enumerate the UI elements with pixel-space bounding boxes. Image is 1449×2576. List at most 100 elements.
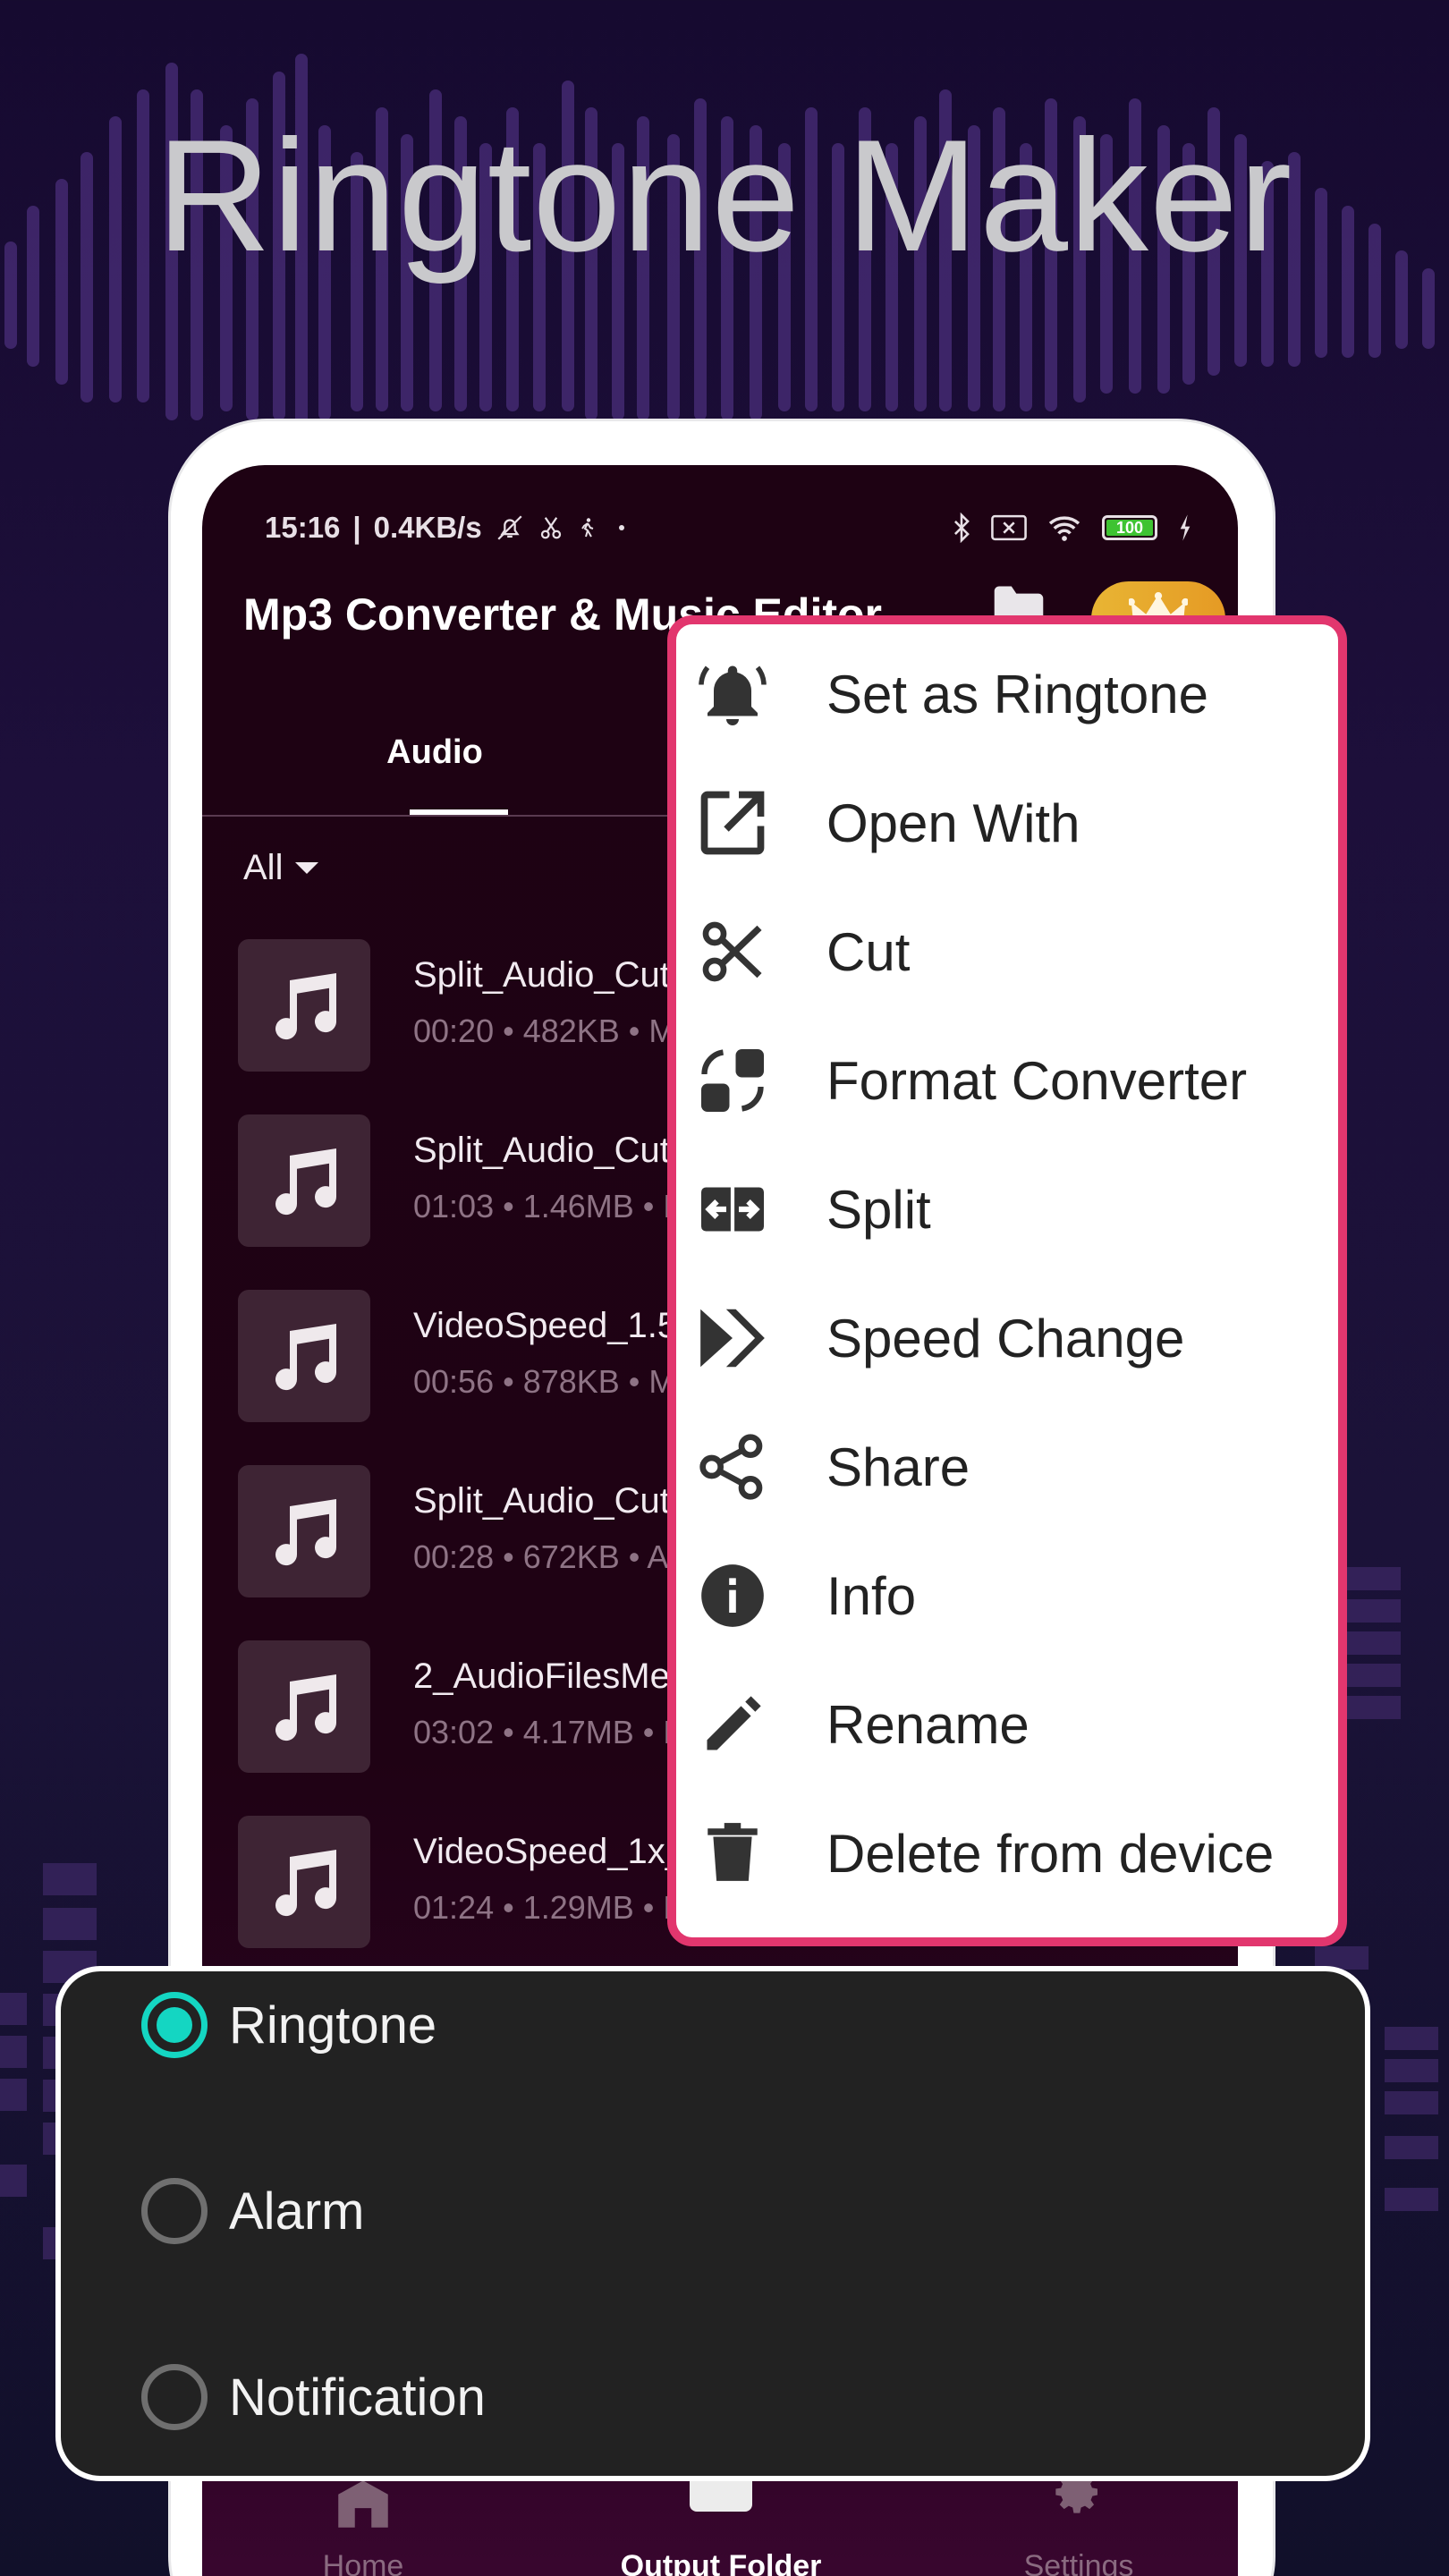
battery-icon: 100 [1102, 515, 1157, 540]
context-menu: Set as Ringtone Open With Cut Format Conver… [667, 615, 1347, 1946]
music-note-icon [238, 1816, 370, 1948]
menu-item-speed-change[interactable]: Speed Change [676, 1274, 1338, 1402]
nav-settings-label: Settings [1023, 2549, 1134, 2576]
radio-label: Ringtone [229, 1996, 437, 2055]
wifi-icon [1046, 513, 1082, 542]
trash-icon [692, 1813, 773, 1894]
bell-off-icon [495, 512, 525, 544]
file-name: 2_AudioFilesMer [413, 1657, 682, 1696]
radio-option-notification[interactable]: Notification [141, 2343, 486, 2451]
info-icon [692, 1555, 773, 1636]
menu-item-rename[interactable]: Rename [676, 1660, 1338, 1789]
waveform-bar [1422, 268, 1435, 349]
equalizer-block [1347, 1599, 1401, 1623]
tab-audio[interactable]: Audio [372, 733, 497, 772]
radio-option-ringtone[interactable]: Ringtone [141, 1971, 436, 2079]
menu-item-cut[interactable]: Cut [676, 887, 1338, 1016]
menu-item-split[interactable]: Split [676, 1145, 1338, 1274]
battery-level: 100 [1106, 520, 1153, 536]
menu-item-delete-from-device[interactable]: Delete from device [676, 1789, 1338, 1918]
music-note-icon [238, 1290, 370, 1422]
equalizer-block [0, 2036, 27, 2068]
file-meta: 01:24 • 1.29MB • M [413, 1889, 691, 1926]
menu-item-label: Info [826, 1565, 917, 1626]
music-note-icon [238, 939, 370, 1072]
radio-label: Alarm [229, 2182, 365, 2241]
radio-button[interactable] [141, 2364, 208, 2430]
file-name: VideoSpeed_1.5x [413, 1306, 696, 1345]
status-network-speed: 0.4KB/s [373, 511, 482, 544]
menu-item-label: Delete from device [826, 1823, 1275, 1884]
menu-item-info[interactable]: Info [676, 1531, 1338, 1660]
file-meta: 01:03 • 1.46MB • M [413, 1188, 691, 1224]
file-name: Split_Audio_Cutt [413, 1131, 680, 1170]
menu-item-label: Speed Change [826, 1308, 1185, 1368]
status-separator: | [352, 511, 361, 544]
equalizer-block [1347, 1664, 1401, 1687]
ringtone-type-dialog: Ringtone Alarm Notification [55, 1966, 1370, 2481]
sim-off-icon [991, 514, 1027, 541]
menu-item-label: Split [826, 1179, 931, 1240]
equalizer-block [0, 2079, 27, 2111]
menu-item-label: Set as Ringtone [826, 664, 1208, 724]
equalizer-block [1347, 1696, 1401, 1719]
radio-label: Notification [229, 2368, 486, 2427]
nav-output-folder-label: Output Folder [620, 2549, 822, 2576]
pencil-icon [692, 1684, 773, 1765]
radio-option-alarm[interactable]: Alarm [141, 2157, 364, 2265]
equalizer-block [1385, 2027, 1438, 2050]
status-time: 15:16 [265, 511, 341, 544]
menu-item-label: Rename [826, 1694, 1030, 1755]
status-bar: 15:16 | 0.4KB/s 100 [265, 492, 1193, 564]
equalizer-block [0, 1993, 27, 2025]
equalizer-block [0, 2165, 27, 2197]
equalizer-block [1347, 1631, 1401, 1655]
open-external-icon [692, 783, 773, 863]
music-note-icon [238, 1114, 370, 1247]
file-meta: 00:56 • 878KB • MI [413, 1363, 685, 1400]
filter-dropdown[interactable]: All [243, 848, 319, 888]
menu-item-set-as-ringtone[interactable]: Set as Ringtone [676, 630, 1338, 758]
file-name: Split_Audio_Cutt [413, 955, 680, 995]
share-icon [692, 1427, 773, 1507]
file-meta: 00:20 • 482KB • MI [413, 1013, 685, 1049]
convert-icon [692, 1040, 773, 1121]
radio-button[interactable] [141, 2178, 208, 2244]
menu-item-open-with[interactable]: Open With [676, 758, 1338, 887]
file-meta: 03:02 • 4.17MB • M [413, 1714, 691, 1750]
menu-item-label: Share [826, 1436, 970, 1497]
menu-item-share[interactable]: Share [676, 1402, 1338, 1531]
radio-button[interactable] [141, 1992, 208, 2058]
ringing-bell-icon [692, 654, 773, 734]
file-name: VideoSpeed_1x_ [413, 1832, 685, 1871]
scissors-icon [538, 513, 564, 543]
filter-value: All [243, 848, 284, 887]
equalizer-block [43, 1908, 97, 1940]
dot-icon [611, 517, 632, 538]
file-meta: 00:28 • 672KB • AC [413, 1538, 692, 1575]
fast-forward-icon [692, 1298, 773, 1378]
scissors-icon [692, 911, 773, 992]
home-icon [338, 2480, 388, 2528]
promo-title: Ringtone Maker [156, 106, 1293, 284]
music-note-icon [238, 1465, 370, 1597]
equalizer-block [1385, 2059, 1438, 2082]
bluetooth-icon [952, 513, 971, 543]
charging-icon [1177, 513, 1193, 542]
equalizer-block [1385, 2136, 1438, 2159]
menu-item-label: Cut [826, 921, 911, 982]
split-icon [692, 1169, 773, 1250]
file-name: Split_Audio_Cutt [413, 1481, 680, 1521]
nav-home-label: Home [322, 2549, 404, 2576]
menu-item-label: Format Converter [826, 1050, 1248, 1111]
equalizer-block [43, 1863, 97, 1895]
walking-icon [577, 513, 598, 543]
menu-item-label: Open With [826, 792, 1080, 853]
caret-down-icon [295, 862, 319, 874]
equalizer-block [1347, 1567, 1401, 1590]
equalizer-block [1385, 2188, 1438, 2211]
radio-dot [157, 2007, 192, 2043]
music-note-icon [238, 1640, 370, 1773]
equalizer-block [1385, 2091, 1438, 2114]
menu-item-format-converter[interactable]: Format Converter [676, 1016, 1338, 1145]
